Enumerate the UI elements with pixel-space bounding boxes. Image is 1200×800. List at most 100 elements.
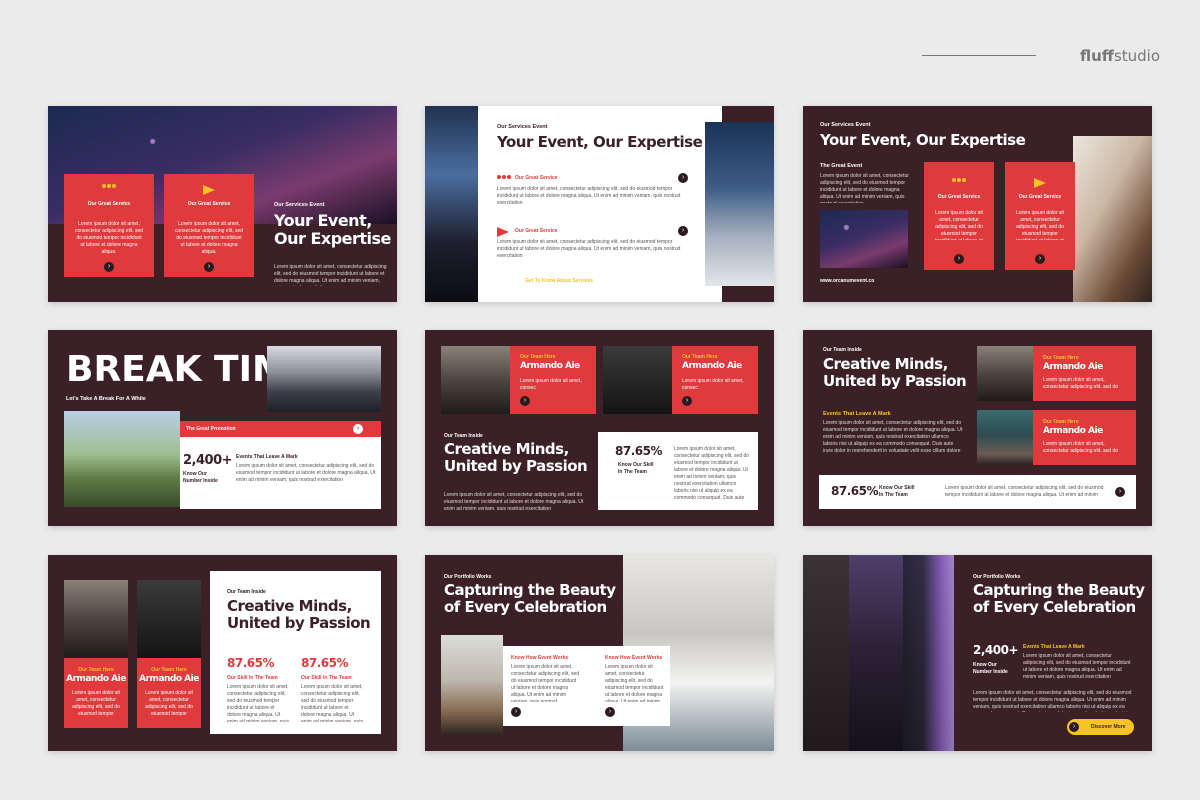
speaker-photo: [1073, 136, 1152, 302]
slide-element: [803, 555, 849, 751]
arrow-right-icon[interactable]: ›: [353, 424, 363, 434]
team-panel: Our Team Inside Creative Minds, United by…: [210, 571, 381, 734]
people-icon: [497, 175, 511, 184]
promotion-panel: The Great Promotion › 2,400+ Know Our Nu…: [180, 421, 381, 509]
slide-1-thumbnail[interactable]: Our Great Service Lorem ipsum dolor sit …: [48, 106, 397, 302]
slide-element: Creative Minds, United by Passion: [227, 597, 371, 631]
service-card-2: Our Great Service Lorem ipsum dolor sit …: [164, 174, 254, 277]
text-label: Lorem ipsum dolor sit amet, consectetur …: [497, 239, 681, 259]
studio-room-photo: [441, 635, 503, 735]
text-label: Our Great Service: [937, 194, 981, 200]
arrow-right-icon[interactable]: ›: [678, 173, 688, 183]
slide-title: Your Event, Our Expertise: [274, 212, 391, 247]
slide-2-thumbnail[interactable]: Our Services Event Your Event, Our Exper…: [425, 106, 774, 302]
text-label: Lorem ipsum dolor sit amet, consectetur …: [1043, 441, 1119, 454]
slide-element: [952, 178, 966, 187]
card-text: Lorem ipsum dolor sit amet, consectetur …: [74, 221, 144, 255]
text-label: Our Team Here: [1043, 419, 1079, 425]
text-label: Armando Aie: [66, 674, 126, 684]
arrow-right-icon[interactable]: ›: [605, 707, 615, 717]
slide-title: Capturing the Beauty of Every Celebration: [444, 582, 616, 615]
text-label: Armando Aie: [1043, 362, 1103, 372]
text-label: Our Team Here: [520, 354, 556, 360]
arrow-right-icon[interactable]: ›: [1035, 254, 1045, 264]
text-label: Our Portfolio Works: [973, 574, 1021, 580]
team-card-2: Our Team Here Armando Aie Lorem ipsum do…: [672, 346, 758, 414]
text-label: Creative Minds,: [823, 355, 948, 373]
text-label: Our Team Inside: [823, 347, 862, 353]
team-card-2: Our Team Here Armando Aie Lorem ipsum do…: [1033, 410, 1136, 465]
slide-3-thumbnail[interactable]: Our Services Event Your Event, Our Exper…: [803, 106, 1152, 302]
text-label: Events That Leave A Mark: [823, 411, 891, 417]
text-label: In The Team: [618, 469, 647, 475]
text-label: Lorem ipsum dolor sit amet, consectetur …: [605, 664, 664, 702]
card-text: Lorem ipsum dolor sit amet, consectetur …: [174, 221, 244, 255]
text-label: 2,400+: [183, 453, 233, 468]
service-card-1: Our Great Service Lorem ipsum dolor sit …: [64, 174, 154, 277]
skill-bar: 87.65% Know Our Skill In The Team Lorem …: [819, 475, 1136, 509]
text-label: Lorem ipsum dolor sit amet, consectetur …: [236, 463, 376, 483]
text-label: Know Our: [973, 662, 997, 668]
arrow-right-icon[interactable]: ›: [520, 396, 530, 406]
text-label: Know Our Skill: [879, 485, 915, 491]
arrow-right-icon[interactable]: ›: [1115, 487, 1125, 497]
brand-logo: fluffstudio: [1080, 47, 1161, 65]
text-label: Our Team Here: [78, 667, 114, 673]
service-item-title: Our Great Service: [515, 228, 558, 234]
text-label: of Every Celebration: [444, 597, 607, 616]
people-icon: [102, 184, 116, 193]
arrow-right-icon[interactable]: ›: [954, 254, 964, 264]
text-label: Our Team Here: [151, 667, 187, 673]
text-label: Lorem ipsum dolor sit amet, consectetur …: [973, 690, 1132, 712]
text-label: Events That Leave A Mark: [1023, 644, 1085, 650]
slide-element: [107, 184, 111, 188]
text-label: Our Skill In The Team: [301, 675, 352, 681]
text-label: Discover More: [1091, 724, 1126, 730]
text-label: Lorem ipsum dolor sit amet, consectetur …: [1023, 653, 1131, 680]
slide-element: [952, 178, 956, 182]
slide-element: [977, 410, 1033, 465]
text-label: The Great Event: [820, 163, 863, 169]
arrow-right-icon[interactable]: ›: [511, 707, 521, 717]
text-label: Lorem ipsum dolor sit amet, consectetur …: [1016, 210, 1064, 240]
website-text: www.orcanumevent.co: [820, 278, 875, 284]
slide-9-thumbnail[interactable]: Our Portfolio Works Capturing the Beauty…: [803, 555, 1152, 751]
text-label: Our Services Event: [497, 124, 548, 130]
text-label: Creative Minds,: [444, 440, 569, 458]
services-link[interactable]: Get To Know About Services: [525, 278, 593, 284]
text-label: Lorem ipsum dolor sit amet, consectetur …: [674, 446, 750, 501]
slide-8-thumbnail[interactable]: Our Portfolio Works Capturing the Beauty…: [425, 555, 774, 751]
slide-title: Creative Minds, United by Passion: [444, 440, 588, 475]
conference-photo: [705, 122, 774, 286]
slide-6-thumbnail[interactable]: Our Team Inside Creative Minds, United by…: [803, 330, 1152, 526]
team-card-1: Our Team Here Armando Aie Lorem ipsum do…: [510, 346, 596, 414]
text-label: Lorem ipsum dolor sit amet, consectetur …: [823, 420, 963, 452]
text-label: Our Team Here: [1043, 355, 1079, 361]
arrow-right-icon[interactable]: ›: [104, 262, 114, 272]
arrow-right-icon[interactable]: ›: [204, 262, 214, 272]
text-label: United by Passion: [444, 456, 588, 475]
text-label: of Every Celebration: [973, 597, 1136, 616]
cheering-crowd-photo: [820, 210, 908, 268]
slide-5-thumbnail[interactable]: Our Team Here Armando Aie Lorem ipsum do…: [425, 330, 774, 526]
slide-title: Creative Minds, United by Passion: [823, 355, 967, 389]
text-label: The Great Promotion: [186, 426, 236, 432]
text-label: 87.65%: [615, 444, 662, 458]
text-label: Creative Minds,: [227, 597, 352, 615]
slide-4-thumbnail[interactable]: BREAK TIME Let's Take A Break For A Whil…: [48, 330, 397, 526]
text-label: Lorem ipsum dolor sit amet, consectetur …: [820, 173, 909, 203]
text-label: Our Team Here: [682, 354, 718, 360]
arrow-right-icon[interactable]: ›: [678, 226, 688, 236]
text-label: Know How Event Works: [511, 655, 569, 661]
text-label: Events That Leave A Mark: [236, 454, 298, 460]
text-label: Our Services Event: [820, 122, 871, 128]
slide-element: [102, 184, 106, 188]
text-label: Capturing the Beauty: [444, 581, 616, 599]
audience-hall-photo: [267, 346, 381, 412]
discover-more-button[interactable]: › Discover More: [1067, 719, 1134, 735]
arrow-right-icon[interactable]: ›: [682, 396, 692, 406]
text-label: 87.65%: [831, 484, 878, 498]
slide-7-thumbnail[interactable]: Our Team Here Armando Aie Lorem ipsum do…: [48, 555, 397, 751]
text-label: Know Our: [183, 471, 207, 477]
text-label: Number Inside: [183, 478, 218, 484]
